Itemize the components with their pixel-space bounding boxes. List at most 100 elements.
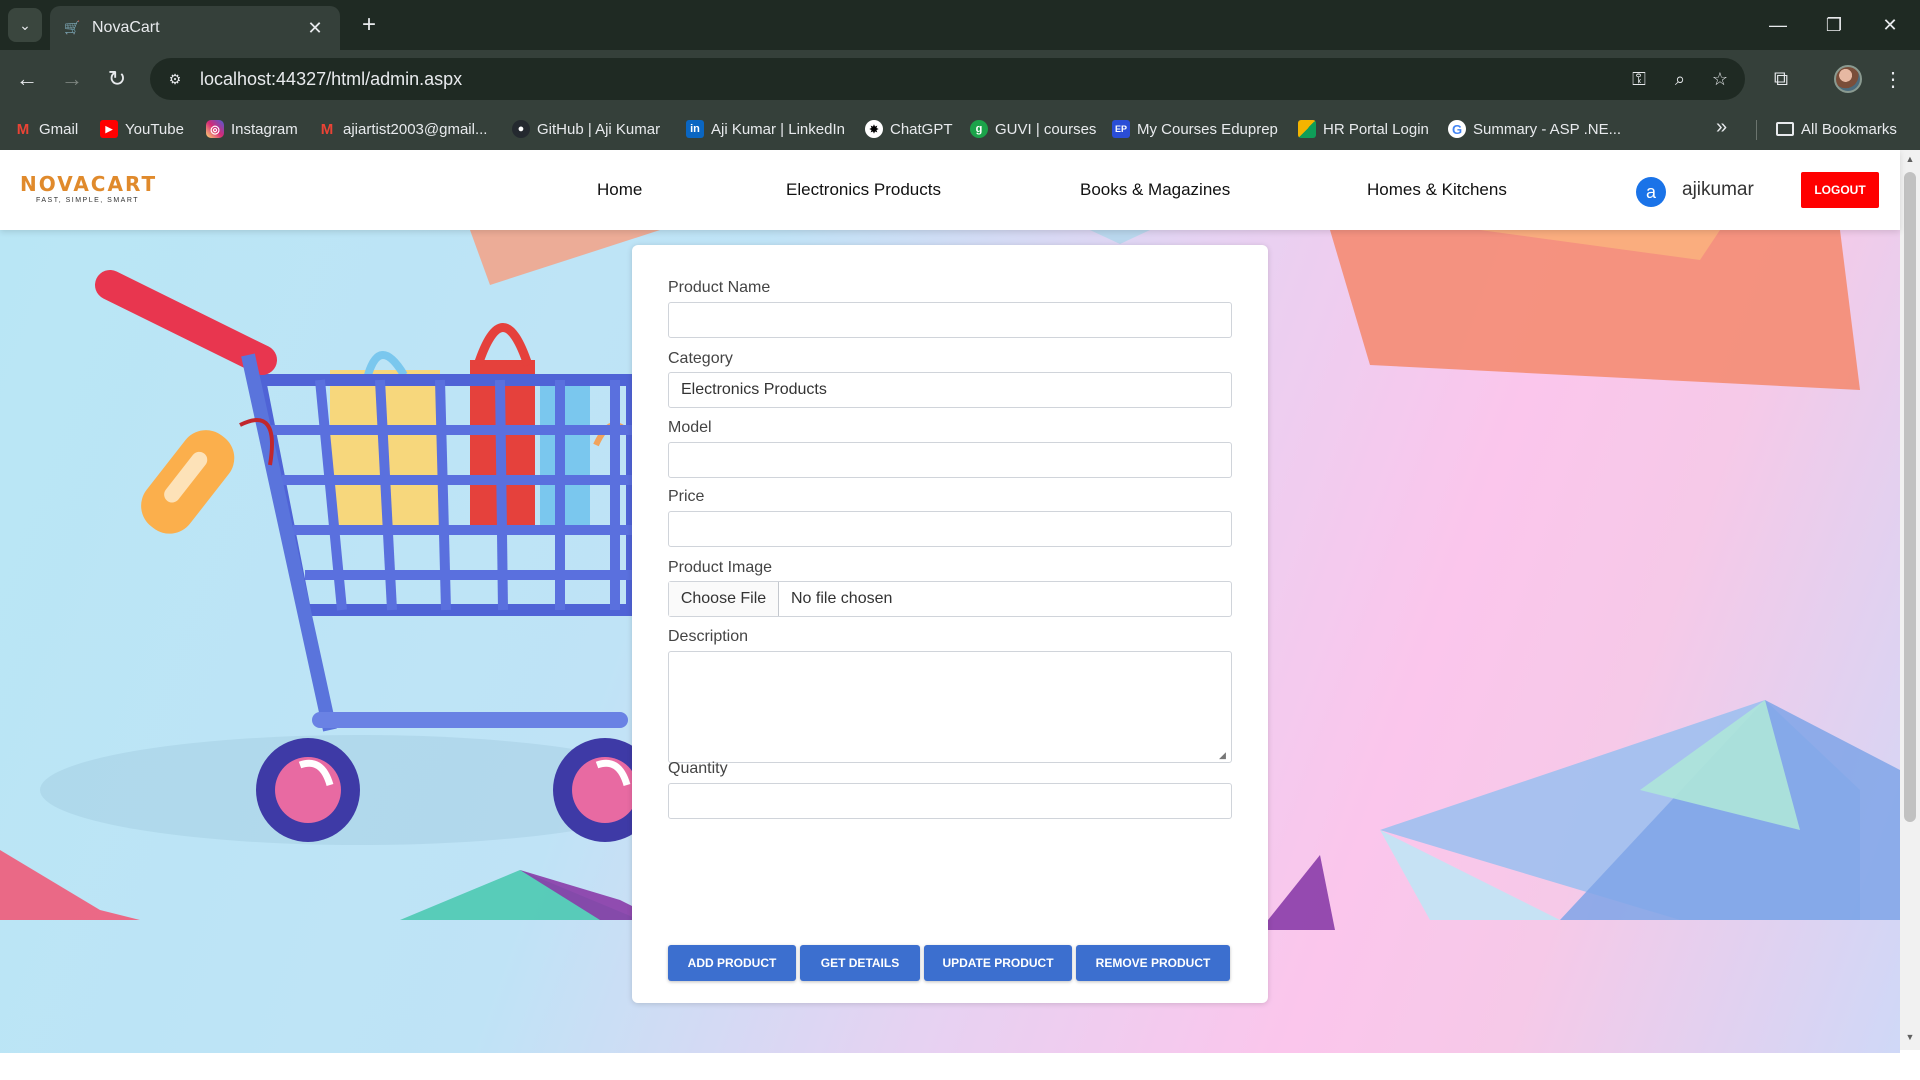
all-bookmarks-button[interactable]: All Bookmarks — [1776, 118, 1897, 140]
bookmark-chatgpt[interactable]: ✸ ChatGPT — [865, 118, 953, 140]
scroll-up-arrow-icon[interactable]: ▲ — [1904, 154, 1916, 168]
choose-file-button[interactable]: Choose File — [669, 582, 779, 616]
window-close-icon[interactable]: ✕ — [1870, 10, 1910, 40]
forward-arrow-icon[interactable]: → — [55, 62, 89, 96]
model-label: Model — [668, 419, 712, 436]
nav-electronics-products[interactable]: Electronics Products — [786, 180, 941, 200]
category-input[interactable]: Electronics Products — [668, 372, 1232, 408]
hr-portal-icon — [1298, 120, 1316, 138]
nav-home[interactable]: Home — [597, 180, 642, 200]
extensions-puzzle-icon[interactable]: ⧉ — [1764, 62, 1798, 96]
tab-title: NovaCart — [92, 19, 160, 36]
description-textarea[interactable]: ◢ — [668, 651, 1232, 763]
bookmark-label: GitHub | Aji Kumar — [537, 120, 661, 138]
cart-favicon-icon: 🛒 — [64, 20, 81, 35]
logo-tagline: FAST, SIMPLE, SMART — [36, 197, 140, 204]
url-text[interactable]: localhost:44327/html/admin.aspx — [200, 69, 462, 90]
tab-close-icon[interactable]: ✕ — [304, 18, 326, 39]
zoom-icon[interactable]: ⌕ — [1667, 66, 1693, 92]
bookmark-github[interactable]: ● GitHub | Aji Kumar — [512, 118, 660, 140]
user-avatar: a — [1636, 177, 1666, 207]
github-icon: ● — [512, 120, 530, 138]
logout-button[interactable]: LOGOUT — [1801, 172, 1879, 208]
price-label: Price — [668, 488, 705, 505]
browser-toolbar: ← → ↻ ⚙ localhost:44327/html/admin.aspx … — [0, 50, 1920, 108]
product-image-file-input[interactable]: Choose File No file chosen — [668, 581, 1232, 617]
description-label: Description — [668, 628, 749, 645]
browser-tab-bar: ⌄ 🛒 NovaCart ✕ + — ❐ ✕ — [0, 0, 1920, 50]
bookmark-label: GUVI | courses — [995, 120, 1097, 138]
bookmark-hr-portal[interactable]: HR Portal Login — [1298, 118, 1429, 140]
google-icon: G — [1448, 120, 1466, 138]
logo-text: NOVACART — [20, 172, 158, 196]
scroll-thumb[interactable] — [1904, 172, 1916, 822]
get-details-button[interactable]: GET DETAILS — [800, 945, 920, 981]
tab-search-chevron-icon[interactable]: ⌄ — [8, 8, 42, 42]
bookmark-label: My Courses Eduprep — [1137, 120, 1278, 138]
minimize-icon[interactable]: — — [1758, 10, 1798, 40]
bookmark-linkedin[interactable]: in Aji Kumar | LinkedIn — [686, 118, 845, 140]
profile-avatar-icon[interactable] — [1834, 65, 1862, 93]
update-product-button[interactable]: UPDATE PRODUCT — [924, 945, 1072, 981]
product-image-label: Product Image — [668, 559, 773, 576]
quantity-input[interactable] — [668, 783, 1232, 819]
price-input[interactable] — [668, 511, 1232, 547]
category-label: Category — [668, 350, 733, 367]
linkedin-icon: in — [686, 120, 704, 138]
bookmarks-divider — [1756, 120, 1757, 140]
site-navbar: NOVACART FAST, SIMPLE, SMART Home Electr… — [0, 150, 1900, 230]
bookmark-star-icon[interactable]: ☆ — [1707, 66, 1733, 92]
browser-tab[interactable]: 🛒 NovaCart ✕ — [50, 6, 340, 50]
back-arrow-icon[interactable]: ← — [10, 62, 44, 96]
address-bar[interactable]: ⚙ localhost:44327/html/admin.aspx ⚿ ⌕ ☆ — [150, 58, 1745, 100]
scroll-down-arrow-icon[interactable]: ▼ — [1904, 1032, 1916, 1046]
chatgpt-icon: ✸ — [865, 120, 883, 138]
shopping-cart-illustration — [40, 270, 680, 845]
bookmark-gmail-account[interactable]: M ajiartist2003@gmail... — [318, 118, 488, 140]
add-product-button[interactable]: ADD PRODUCT — [668, 945, 796, 981]
eduprep-icon: EP — [1112, 120, 1130, 138]
bookmark-guvi[interactable]: g GUVI | courses — [970, 118, 1096, 140]
bookmark-label: ChatGPT — [890, 120, 953, 138]
remove-product-button[interactable]: REMOVE PRODUCT — [1076, 945, 1230, 981]
bookmark-label: Instagram — [231, 120, 298, 138]
bookmark-youtube[interactable]: ▶ YouTube — [100, 118, 184, 140]
bookmark-label: YouTube — [125, 120, 184, 138]
page-viewport: NOVACART FAST, SIMPLE, SMART Home Electr… — [0, 150, 1920, 1080]
password-key-icon[interactable]: ⚿ — [1626, 66, 1652, 92]
username: ajikumar — [1682, 179, 1754, 200]
product-name-label: Product Name — [668, 279, 771, 296]
restore-icon[interactable]: ❐ — [1814, 10, 1854, 40]
new-tab-plus-icon[interactable]: + — [354, 10, 384, 40]
bookmark-eduprep[interactable]: EP My Courses Eduprep — [1112, 118, 1278, 140]
resize-grip-icon[interactable]: ◢ — [1219, 750, 1229, 760]
more-bookmarks-chevron-icon[interactable]: » — [1716, 116, 1727, 139]
guvi-icon: g — [970, 120, 988, 138]
novacart-logo[interactable]: NOVACART FAST, SIMPLE, SMART — [20, 172, 157, 204]
youtube-icon: ▶ — [100, 120, 118, 138]
page-scrollbar[interactable]: ▲ ▼ — [1900, 150, 1920, 1050]
gmail-icon: M — [320, 120, 334, 138]
bookmark-instagram[interactable]: ◎ Instagram — [206, 118, 298, 140]
all-bookmarks-label: All Bookmarks — [1801, 120, 1897, 138]
bookmark-label: Gmail — [39, 120, 79, 138]
bookmark-label: HR Portal Login — [1323, 120, 1429, 138]
bookmark-label: Aji Kumar | LinkedIn — [711, 120, 845, 138]
site-info-icon[interactable]: ⚙ — [162, 66, 188, 92]
menu-kebab-icon[interactable]: ⋮ — [1876, 62, 1910, 96]
product-name-input[interactable] — [668, 302, 1232, 338]
file-status-text: No file chosen — [791, 590, 893, 607]
folder-icon — [1776, 122, 1794, 136]
quantity-label: Quantity — [668, 760, 728, 777]
nav-books-magazines[interactable]: Books & Magazines — [1080, 180, 1230, 200]
nav-homes-kitchens[interactable]: Homes & Kitchens — [1367, 180, 1507, 200]
instagram-icon: ◎ — [206, 120, 224, 138]
model-input[interactable] — [668, 442, 1232, 478]
bookmark-label: Summary - ASP .NE... — [1473, 120, 1622, 138]
bookmark-label: ajiartist2003@gmail... — [343, 120, 488, 138]
bookmark-summary[interactable]: G Summary - ASP .NE... — [1448, 118, 1621, 140]
bookmark-gmail[interactable]: M Gmail — [14, 118, 78, 140]
product-form-card: Product Name Category Electronics Produc… — [632, 245, 1268, 1003]
gmail-icon: M — [16, 120, 30, 138]
reload-icon[interactable]: ↻ — [100, 62, 134, 96]
